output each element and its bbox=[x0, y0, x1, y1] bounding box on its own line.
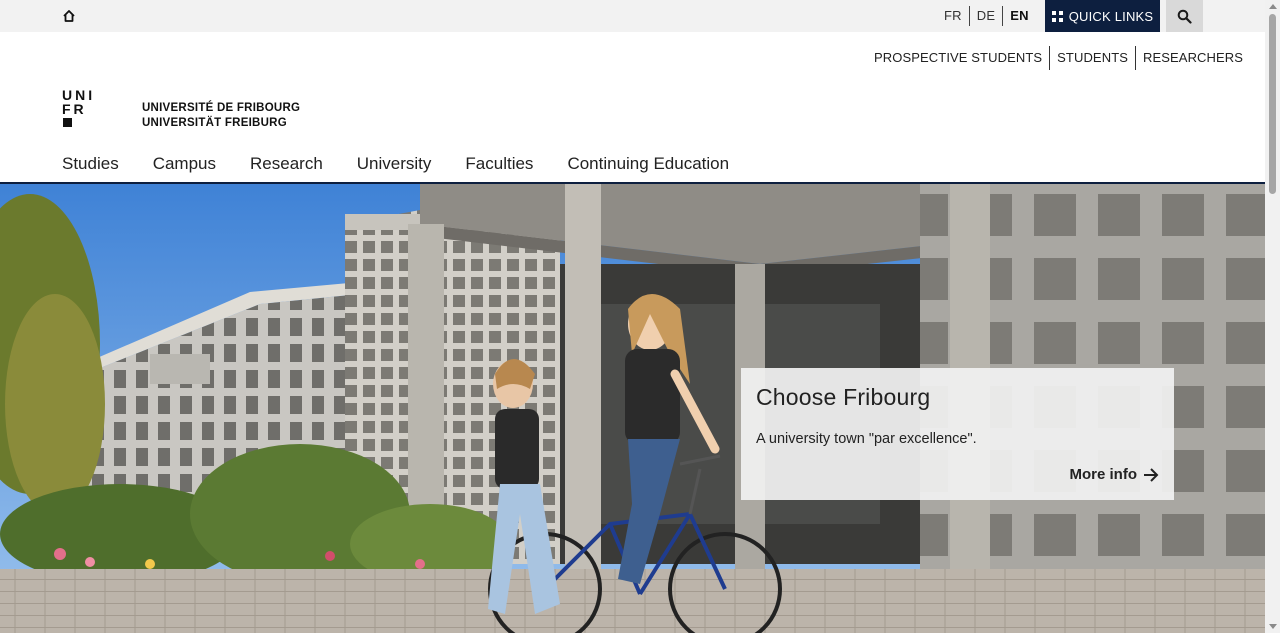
promo-text: A university town "par excellence". bbox=[756, 431, 977, 447]
grid-icon bbox=[1051, 10, 1063, 22]
nav-faculties[interactable]: Faculties bbox=[465, 150, 533, 182]
arrow-right-icon bbox=[1144, 467, 1159, 482]
hero-promo-card: Choose Fribourg A university town "par e… bbox=[741, 368, 1174, 500]
more-info-label: More info bbox=[1069, 466, 1138, 483]
link-researchers[interactable]: RESEARCHERS bbox=[1135, 46, 1250, 70]
main-navigation: Studies Campus Research University Facul… bbox=[62, 150, 763, 182]
scrollbar-thumb[interactable] bbox=[1269, 14, 1276, 194]
scroll-up-arrow-icon[interactable] bbox=[1269, 4, 1277, 9]
link-prospective-students[interactable]: PROSPECTIVE STUDENTS bbox=[867, 46, 1049, 70]
lang-en[interactable]: EN bbox=[1002, 6, 1035, 26]
audience-links: PROSPECTIVE STUDENTS STUDENTS RESEARCHER… bbox=[867, 46, 1250, 70]
language-switcher: FR DE EN bbox=[937, 0, 1036, 32]
nav-studies[interactable]: Studies bbox=[62, 150, 119, 182]
link-students[interactable]: STUDENTS bbox=[1049, 46, 1135, 70]
nav-campus[interactable]: Campus bbox=[153, 150, 216, 182]
page-scrollbar[interactable] bbox=[1265, 0, 1280, 633]
lang-de[interactable]: DE bbox=[968, 6, 1002, 26]
scroll-down-arrow-icon[interactable] bbox=[1269, 624, 1277, 629]
promo-title: Choose Fribourg bbox=[756, 384, 931, 410]
nav-continuing-education[interactable]: Continuing Education bbox=[567, 150, 729, 182]
top-utility-bar: FR DE EN QUICK LINKS bbox=[0, 0, 1265, 32]
quick-links-label: QUICK LINKS bbox=[1068, 8, 1154, 24]
nav-research[interactable]: Research bbox=[250, 150, 323, 182]
university-logo[interactable]: UNI FR UNIVERSITÉ DE FRIBOURG UNIVERSITÄ… bbox=[62, 88, 307, 130]
home-button[interactable] bbox=[58, 4, 80, 28]
search-icon bbox=[1177, 9, 1192, 24]
home-icon bbox=[63, 10, 75, 22]
lang-fr[interactable]: FR bbox=[937, 6, 969, 26]
logo-wordmark: UNIVERSITÉ DE FRIBOURG UNIVERSITÄT FREIB… bbox=[142, 101, 300, 131]
quick-links-button[interactable]: QUICK LINKS bbox=[1045, 0, 1160, 32]
logo-mark-square bbox=[63, 118, 72, 127]
unifr-logo-mark: UNI FR bbox=[62, 88, 92, 127]
more-info-link[interactable]: More info bbox=[1070, 466, 1160, 483]
logo-name-fr: UNIVERSITÉ DE FRIBOURG bbox=[142, 102, 301, 114]
logo-name-de: UNIVERSITÄT FREIBURG bbox=[142, 117, 287, 129]
logo-mark-line-2: FR bbox=[62, 101, 87, 117]
search-button[interactable] bbox=[1166, 0, 1203, 32]
nav-university[interactable]: University bbox=[357, 150, 432, 182]
